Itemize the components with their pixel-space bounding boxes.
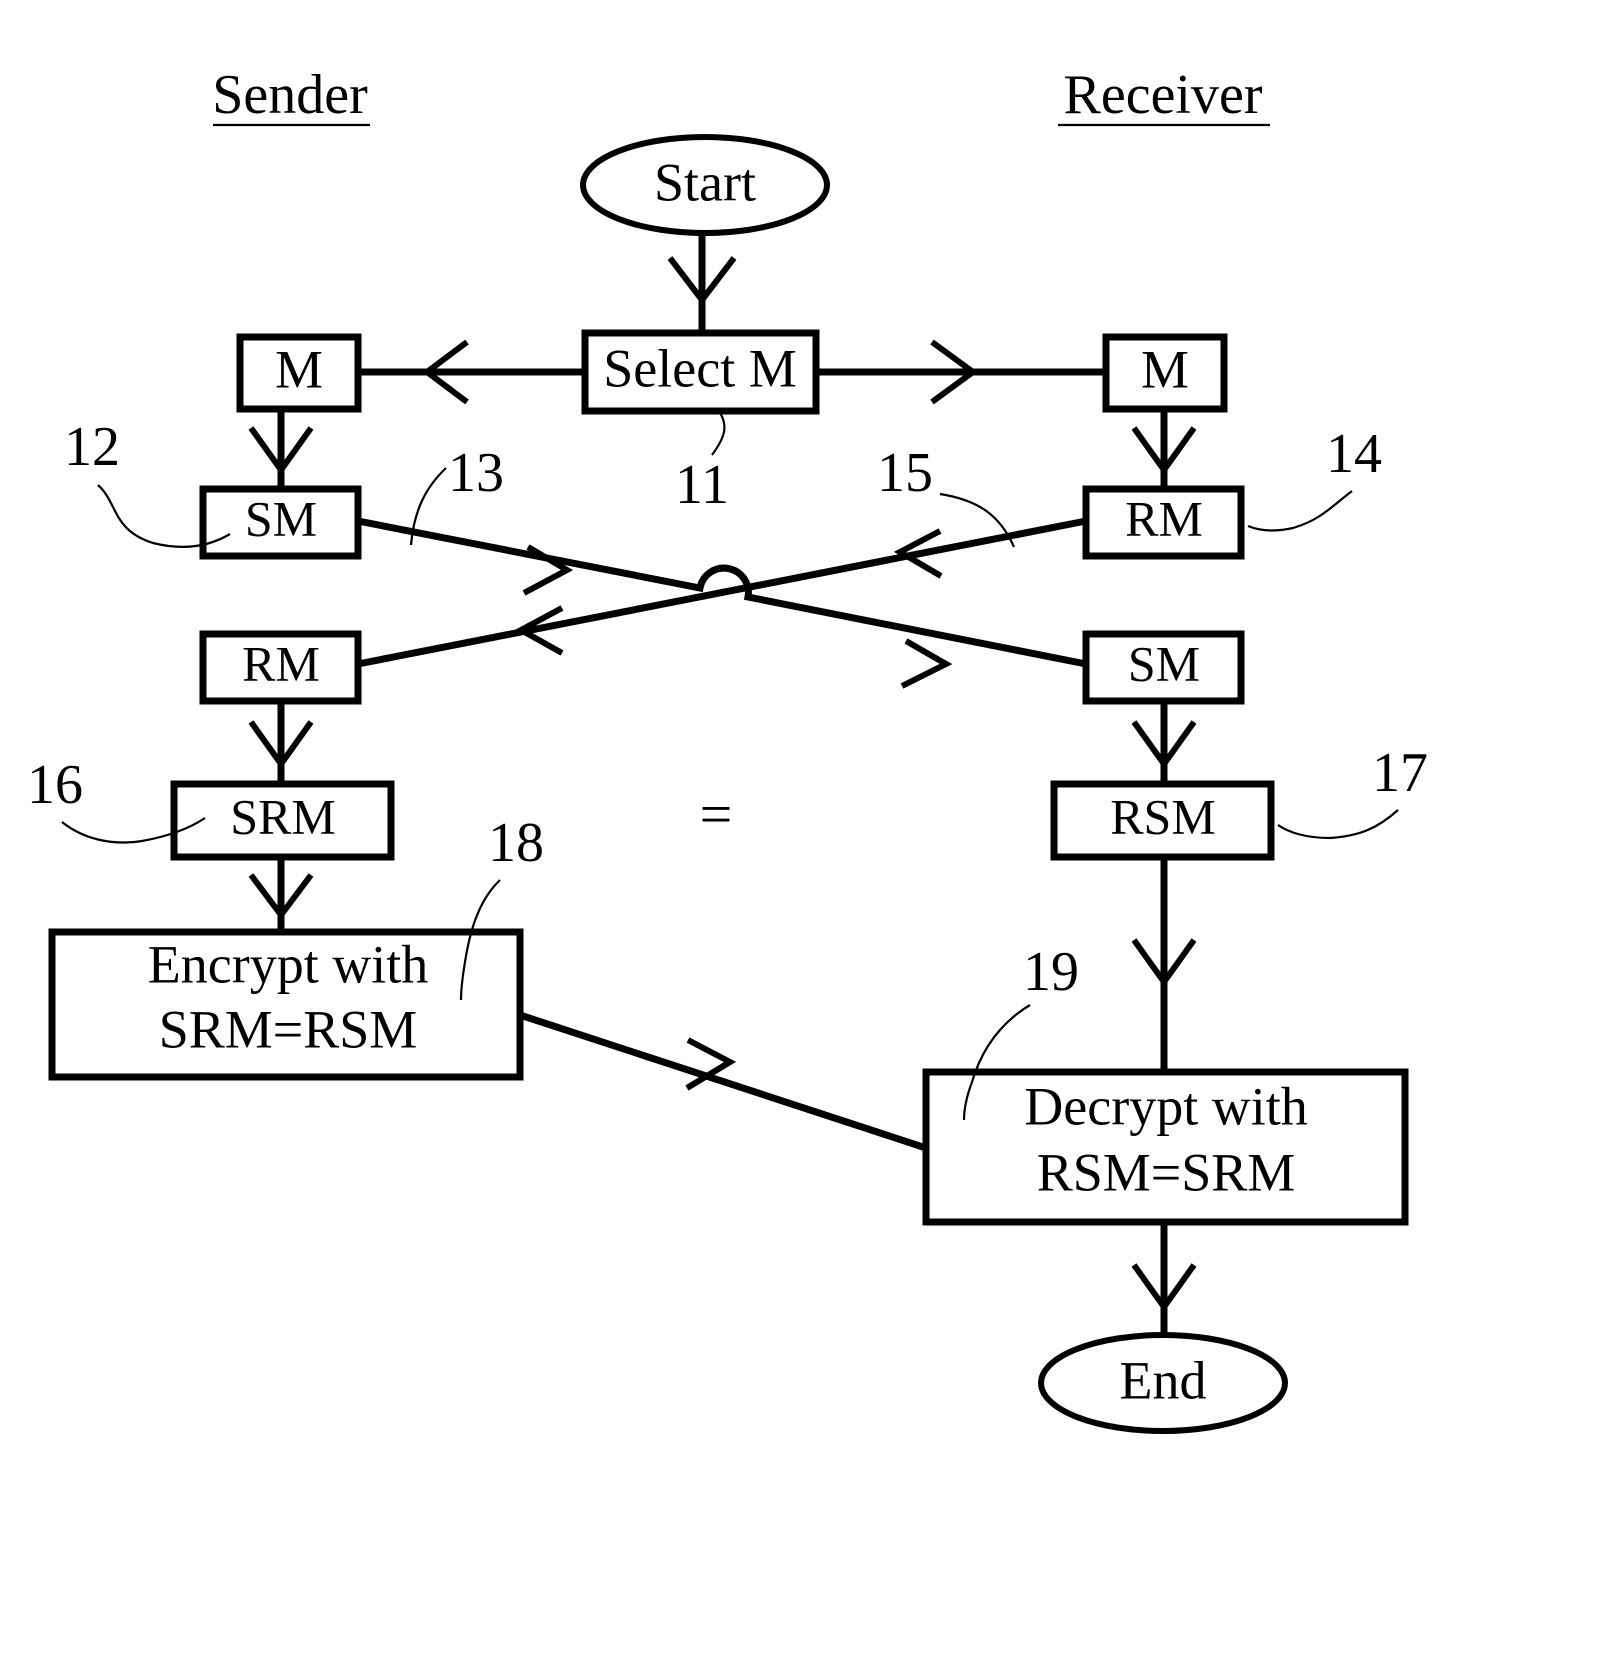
ref-numeral-17-leader — [1277, 809, 1399, 840]
edge-srm-to-encrypt — [248, 857, 314, 932]
edge-start-to-select — [667, 233, 737, 333]
node-receiver-m: M — [1102, 333, 1228, 413]
edge-decrypt-to-end — [1131, 1222, 1197, 1336]
node-receiver-rsm-label: RSM — [1110, 788, 1216, 844]
ref-numeral-14: 14 — [1247, 423, 1382, 532]
node-receiver-sm: SM — [1082, 630, 1245, 705]
column-title-receiver-label: Receiver — [1064, 64, 1263, 126]
ref-numeral-11: 11 — [675, 410, 729, 516]
equality-marker: = — [700, 781, 733, 846]
node-sender-rm-label: RM — [242, 635, 320, 691]
node-encrypt-label-line1: Encrypt with — [148, 934, 428, 994]
node-receiver-rm: RM — [1082, 485, 1245, 560]
node-receiver-m-label: M — [1141, 339, 1189, 399]
node-sender-srm-label: SRM — [230, 788, 336, 844]
node-end-label: End — [1120, 1350, 1207, 1410]
node-sender-m: M — [236, 333, 362, 413]
node-receiver-sm-label: SM — [1128, 635, 1200, 691]
node-sender-sm: SM — [199, 485, 362, 560]
edge-encrypt-to-decrypt — [518, 1011, 928, 1152]
ref-numeral-18-value: 18 — [488, 812, 544, 874]
node-decrypt-label-line2: RSM=SRM — [1037, 1142, 1296, 1202]
node-receiver-rm-label: RM — [1125, 490, 1203, 546]
node-sender-sm-label: SM — [245, 490, 317, 546]
edge-rsm-to-decrypt — [1131, 857, 1197, 1072]
node-select-m-label: Select M — [603, 338, 796, 398]
node-decrypt: Decrypt with RSM=SRM — [922, 1068, 1409, 1226]
ref-numeral-17-value: 17 — [1372, 742, 1428, 804]
edge-receiver-m-to-rm — [1131, 409, 1197, 489]
edge-select-to-receiver-m — [816, 339, 1106, 405]
node-sender-srm: SRM — [170, 780, 395, 861]
column-title-sender-label: Sender — [212, 64, 368, 126]
node-start: Start — [580, 134, 830, 236]
node-start-label: Start — [654, 152, 756, 212]
ref-numeral-14-value: 14 — [1326, 423, 1382, 485]
ref-numeral-13-value: 13 — [448, 442, 504, 504]
node-decrypt-label-line1: Decrypt with — [1024, 1076, 1307, 1136]
ref-numeral-11-leader — [711, 410, 726, 456]
column-title-receiver: Receiver — [1058, 64, 1270, 127]
node-sender-m-label: M — [275, 339, 323, 399]
node-end: End — [1038, 1332, 1288, 1434]
ref-numeral-14-leader — [1247, 490, 1353, 532]
edge-select-to-sender-m — [358, 339, 585, 405]
ref-numeral-16-value: 16 — [27, 754, 83, 816]
edge-receiver-sm-to-rsm — [1131, 701, 1197, 784]
ref-numeral-13: 13 — [409, 442, 504, 546]
ref-numeral-15: 15 — [877, 442, 1016, 548]
column-title-sender: Sender — [212, 64, 370, 127]
edge-sender-rm-to-srm — [248, 701, 314, 784]
ref-numeral-17: 17 — [1277, 742, 1428, 840]
node-receiver-rsm: RSM — [1050, 780, 1275, 861]
edge-sender-m-to-sm — [248, 409, 314, 489]
ref-numeral-11-value: 11 — [675, 454, 729, 516]
figure-container: Sender Receiver Start Select M M M SM RM… — [0, 0, 1614, 1659]
ref-numeral-19-value: 19 — [1023, 941, 1079, 1003]
node-select-m: Select M — [581, 329, 820, 415]
node-encrypt: Encrypt with SRM=RSM — [48, 928, 524, 1081]
node-encrypt-label-line2: SRM=RSM — [159, 999, 418, 1059]
ref-numeral-12-value: 12 — [64, 416, 120, 478]
ref-numeral-15-value: 15 — [877, 442, 933, 504]
flowchart-diagram: Sender Receiver Start Select M M M SM RM… — [27, 64, 1428, 1434]
node-sender-rm: RM — [199, 630, 362, 705]
